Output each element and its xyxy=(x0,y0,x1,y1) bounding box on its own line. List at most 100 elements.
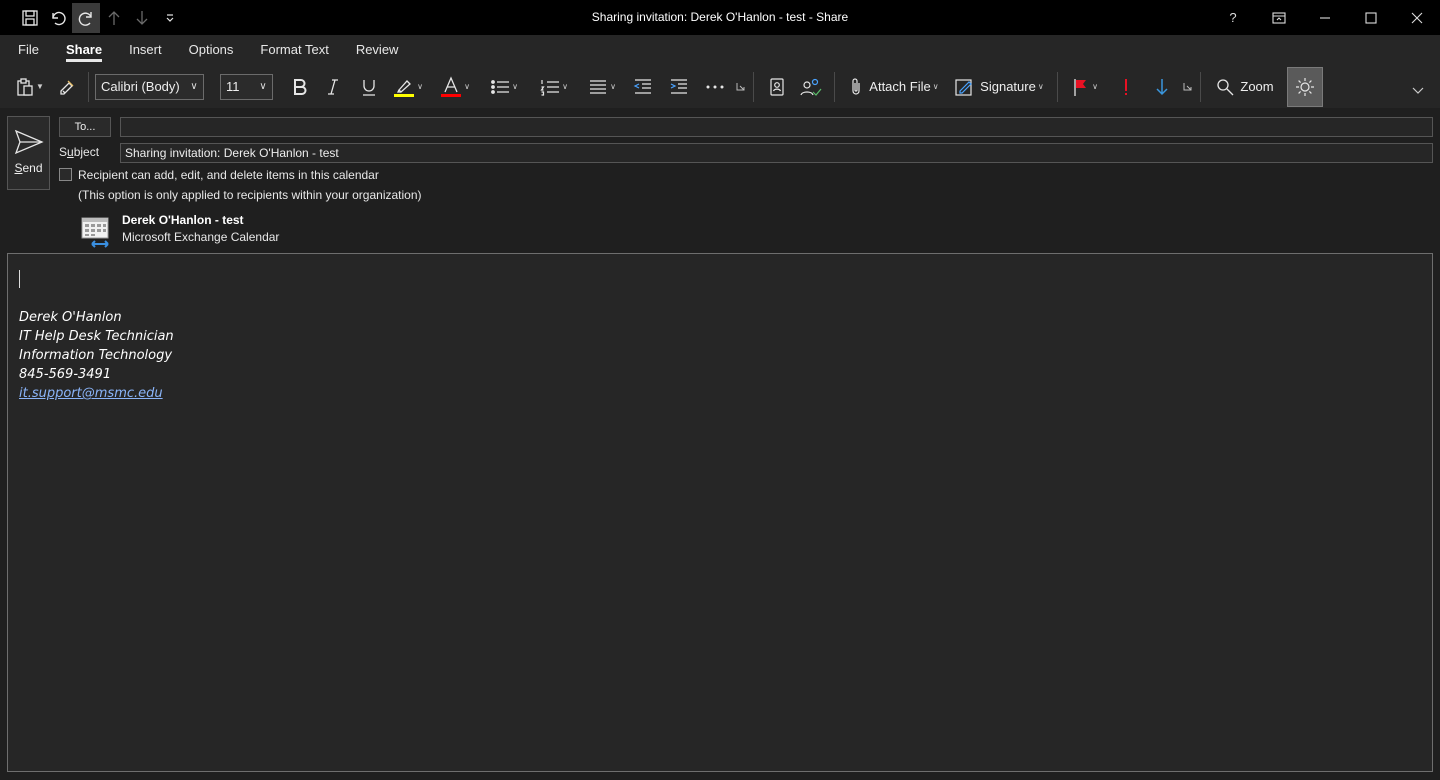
highlighter-icon xyxy=(394,79,414,97)
signature-icon xyxy=(955,78,973,96)
tab-file[interactable]: File xyxy=(8,35,49,65)
font-name-value: Calibri (Body) xyxy=(101,79,180,94)
undo-button[interactable] xyxy=(44,3,72,33)
flag-icon xyxy=(1074,78,1086,96)
check-names-button[interactable] xyxy=(794,71,828,103)
chevron-down-icon: ∨ xyxy=(562,82,568,91)
signature-title: IT Help Desk Technician xyxy=(19,329,174,344)
chevron-down-icon: ∨ xyxy=(1092,82,1098,91)
paste-icon xyxy=(17,77,33,96)
increase-indent-button[interactable] xyxy=(661,71,697,103)
subject-field[interactable]: Sharing invitation: Derek O'Hanlon - tes… xyxy=(120,143,1433,163)
save-button[interactable] xyxy=(16,3,44,33)
low-importance-button[interactable] xyxy=(1144,71,1180,103)
chevron-down-icon: ∨ xyxy=(932,82,939,91)
signature-email-link[interactable]: it.support@msmc.edu xyxy=(19,384,174,403)
tab-options[interactable]: Options xyxy=(179,35,244,65)
to-button[interactable]: To... xyxy=(59,117,111,137)
arrow-up-icon xyxy=(108,10,120,25)
switch-background-button[interactable] xyxy=(1287,66,1323,107)
dialog-launcher-icon xyxy=(736,83,744,91)
text-cursor xyxy=(19,270,20,288)
shared-calendar-icon[interactable] xyxy=(80,216,112,248)
signature-button[interactable]: Signature ∨ xyxy=(949,71,1051,103)
bold-button[interactable] xyxy=(285,71,315,103)
font-name-select[interactable]: Calibri (Body) ∨ xyxy=(95,73,204,100)
signature-label: Signature xyxy=(980,79,1036,94)
decrease-indent-button[interactable] xyxy=(625,71,661,103)
redo-icon xyxy=(78,11,92,26)
chevron-down-icon: ∨ xyxy=(259,81,267,92)
ribbon-separator xyxy=(1057,71,1058,102)
attach-file-button[interactable]: Attach File ∨ xyxy=(841,71,949,103)
high-importance-button[interactable] xyxy=(1108,71,1144,103)
ribbon-display-options-button[interactable] xyxy=(1256,0,1302,35)
subject-label: Subject xyxy=(59,145,100,159)
dialog-launcher-icon xyxy=(1183,83,1191,91)
follow-up-flag-button[interactable]: ∨ xyxy=(1064,71,1108,103)
close-button[interactable] xyxy=(1394,0,1440,35)
ribbon-separator xyxy=(1200,71,1201,102)
sun-icon xyxy=(1296,77,1314,96)
send-label: Send xyxy=(14,161,43,175)
basic-text-launcher[interactable] xyxy=(733,71,747,103)
redo-button[interactable] xyxy=(72,2,100,33)
tab-format-text[interactable]: Format Text xyxy=(250,35,338,65)
zoom-button[interactable]: Zoom xyxy=(1207,71,1283,103)
next-item-button[interactable] xyxy=(128,3,156,33)
low-importance-icon xyxy=(1156,78,1168,95)
close-icon xyxy=(1411,12,1423,23)
highlight-button[interactable]: ∨ xyxy=(387,71,431,103)
format-painter-button[interactable] xyxy=(52,71,82,103)
permission-checkbox[interactable] xyxy=(59,168,72,181)
bullets-button[interactable]: ∨ xyxy=(481,71,529,103)
previous-item-button[interactable] xyxy=(100,3,128,33)
font-color-button[interactable]: ∨ xyxy=(431,71,481,103)
underline-button[interactable] xyxy=(351,71,387,103)
address-book-button[interactable] xyxy=(760,71,794,103)
window-controls: ? xyxy=(1210,0,1440,35)
italic-button[interactable] xyxy=(315,71,351,103)
chevron-down-icon: ▼ xyxy=(36,82,44,91)
magnifier-icon xyxy=(1217,78,1234,95)
calendar-type: Microsoft Exchange Calendar xyxy=(122,230,280,244)
more-formatting-button[interactable] xyxy=(697,71,733,103)
minimize-button[interactable] xyxy=(1302,0,1348,35)
font-size-select[interactable]: 11 ∨ xyxy=(220,73,273,100)
numbering-button[interactable]: ∨ xyxy=(529,71,581,103)
align-button[interactable]: ∨ xyxy=(581,71,625,103)
permission-note: (This option is only applied to recipien… xyxy=(78,188,422,202)
collapse-ribbon-button[interactable] xyxy=(1404,75,1432,107)
underline-icon xyxy=(363,79,375,96)
chevron-down-icon: ∨ xyxy=(190,81,198,92)
signature-department: Information Technology xyxy=(19,348,173,363)
maximize-button[interactable] xyxy=(1348,0,1394,35)
paste-button[interactable]: ▼ xyxy=(8,71,52,103)
tab-review[interactable]: Review xyxy=(346,35,409,65)
decrease-indent-icon xyxy=(633,78,651,94)
send-button[interactable]: Send xyxy=(7,116,50,190)
minimize-icon xyxy=(1320,16,1330,19)
tab-share[interactable]: Share xyxy=(56,35,112,65)
ribbon-separator xyxy=(834,71,835,102)
message-body[interactable]: Derek O'Hanlon IT Help Desk Technician I… xyxy=(7,253,1433,772)
more-icon xyxy=(706,85,724,88)
help-icon: ? xyxy=(1229,10,1237,25)
title-bar: Sharing invitation: Derek O'Hanlon - tes… xyxy=(0,0,1440,35)
ribbon-separator xyxy=(753,71,754,102)
check-names-icon xyxy=(800,78,822,96)
tags-launcher[interactable] xyxy=(1180,71,1194,103)
permission-label[interactable]: Recipient can add, edit, and delete item… xyxy=(78,168,379,182)
font-color-icon xyxy=(441,75,461,97)
signature-name: Derek O'Hanlon xyxy=(19,310,122,325)
zoom-label: Zoom xyxy=(1240,79,1274,94)
chevron-down-icon: ∨ xyxy=(417,82,423,91)
compose-header: Send To... Subject Sharing invitation: D… xyxy=(0,108,1440,253)
maximize-icon xyxy=(1365,11,1377,24)
help-button[interactable]: ? xyxy=(1210,0,1256,35)
tab-insert[interactable]: Insert xyxy=(119,35,172,65)
customize-qat-button[interactable] xyxy=(156,3,184,33)
ribbon-tabs: File Share Insert Options Format Text Re… xyxy=(0,35,1440,65)
chevron-down-icon: ∨ xyxy=(610,82,616,91)
to-field[interactable] xyxy=(120,117,1433,137)
